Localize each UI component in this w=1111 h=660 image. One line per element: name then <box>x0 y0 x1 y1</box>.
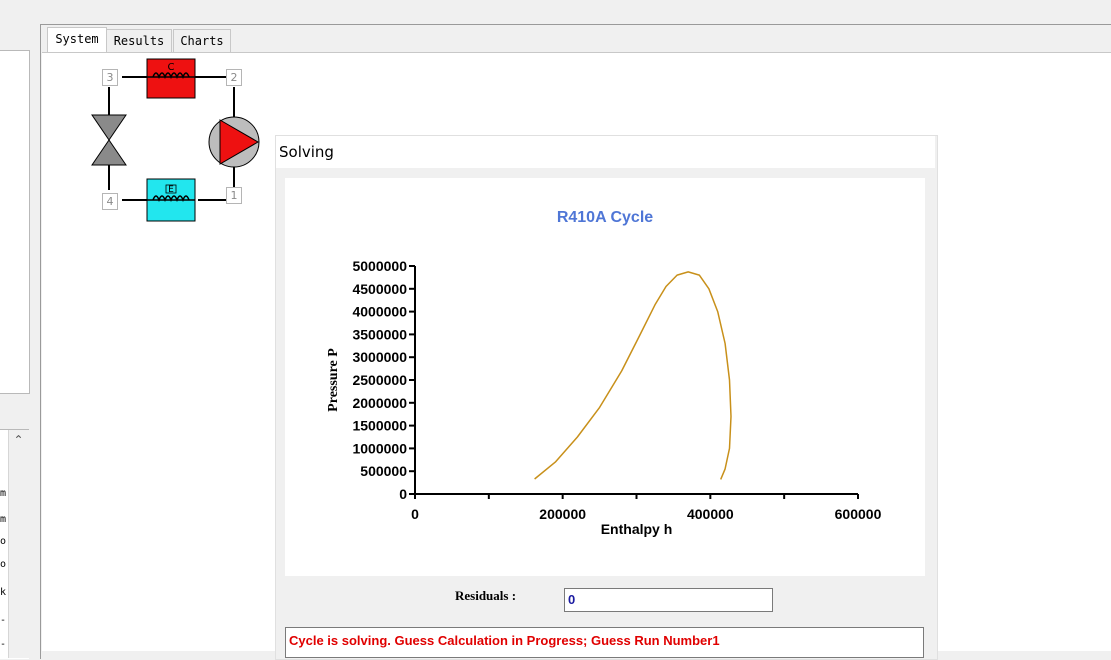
x-tick-label: 400000 <box>687 506 734 522</box>
left-panel <box>0 50 30 394</box>
list-item[interactable]: k <box>0 587 6 598</box>
condenser-icon[interactable]: C <box>146 58 196 99</box>
x-tick-label: 600000 <box>835 506 882 522</box>
node-label-4: 4 <box>102 193 118 210</box>
scrollbar[interactable] <box>8 430 30 658</box>
list-item[interactable]: m <box>0 514 6 525</box>
series-line-0 <box>534 271 732 480</box>
y-tick-label: 3000000 <box>352 349 407 365</box>
node-label-3: 3 <box>102 69 118 86</box>
compressor-icon[interactable] <box>208 116 260 168</box>
node-label-2: 2 <box>226 69 242 86</box>
y-tick-label: 500000 <box>360 463 407 479</box>
x-tick-label: 0 <box>411 506 419 522</box>
dialog-title: Solving <box>279 143 334 161</box>
y-tick-label: 0 <box>399 486 407 502</box>
list-item[interactable]: m <box>0 488 6 499</box>
list-item[interactable]: o <box>0 536 6 547</box>
status-text: Cycle is solving. Guess Calculation in P… <box>289 633 720 648</box>
list-item[interactable]: - <box>0 615 6 626</box>
x-tick-label: 200000 <box>539 506 586 522</box>
chart-title: R410A Cycle <box>557 209 653 226</box>
expansion-valve-icon[interactable] <box>91 114 127 166</box>
tab-system[interactable]: System <box>47 27 107 53</box>
y-tick-label: 4500000 <box>352 281 407 297</box>
dialog-title-bar <box>276 136 935 168</box>
y-tick-label: 2500000 <box>352 372 407 388</box>
tab-charts[interactable]: Charts <box>173 29 231 52</box>
ph-chart: R410A Cycle 0 200000 400000 600000 0 500000 100… <box>326 209 882 537</box>
x-axis-label: Enthalpy h <box>601 521 673 537</box>
residuals-field[interactable]: 0 <box>564 588 773 612</box>
chart-area: R410A Cycle 0 200000 400000 600000 0 500000 100… <box>285 178 925 576</box>
scroll-up-icon[interactable]: ⌃ <box>8 430 29 450</box>
node-label-1: 1 <box>226 187 242 204</box>
y-tick-label: 4000000 <box>352 304 407 320</box>
list-item[interactable]: - <box>0 639 6 650</box>
y-tick-label: 2000000 <box>352 395 407 411</box>
y-tick-label: 1000000 <box>352 440 407 456</box>
y-axis-label: Pressure P <box>326 348 341 412</box>
condenser-label: C <box>168 62 175 73</box>
residuals-label: Residuals : <box>455 588 517 603</box>
y-tick-label: 1500000 <box>352 418 407 434</box>
y-tick-label: 3500000 <box>352 326 407 342</box>
y-tick-label: 5000000 <box>352 258 407 274</box>
list-item[interactable]: o <box>0 559 6 570</box>
evaporator-label: E <box>168 185 174 195</box>
evaporator-icon[interactable]: E <box>146 178 196 222</box>
tab-results[interactable]: Results <box>106 29 172 52</box>
